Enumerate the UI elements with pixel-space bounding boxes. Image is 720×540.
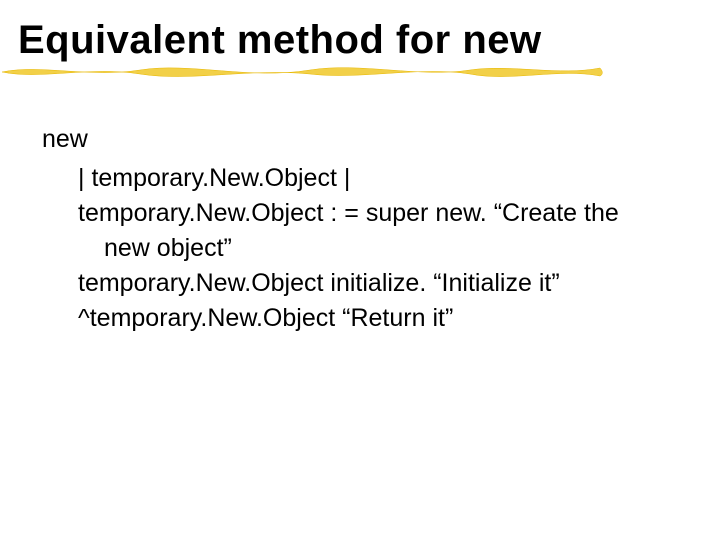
code-line: temporary.New.Object : = super new. “Cre… — [78, 197, 680, 230]
code-line: ^temporary.New.Object “Return it” — [78, 302, 680, 335]
slide: Equivalent method for new new | temporar… — [0, 0, 720, 540]
code-block: | temporary.New.Object | temporary.New.O… — [42, 162, 680, 335]
title-area: Equivalent method for new — [0, 0, 720, 63]
slide-body: new | temporary.New.Object | temporary.N… — [0, 63, 720, 335]
code-line: | temporary.New.Object | — [78, 162, 680, 195]
code-line: new object” — [78, 232, 680, 265]
slide-title: Equivalent method for new — [18, 18, 720, 63]
method-name: new — [42, 123, 680, 156]
code-line: temporary.New.Object initialize. “Initia… — [78, 267, 680, 300]
